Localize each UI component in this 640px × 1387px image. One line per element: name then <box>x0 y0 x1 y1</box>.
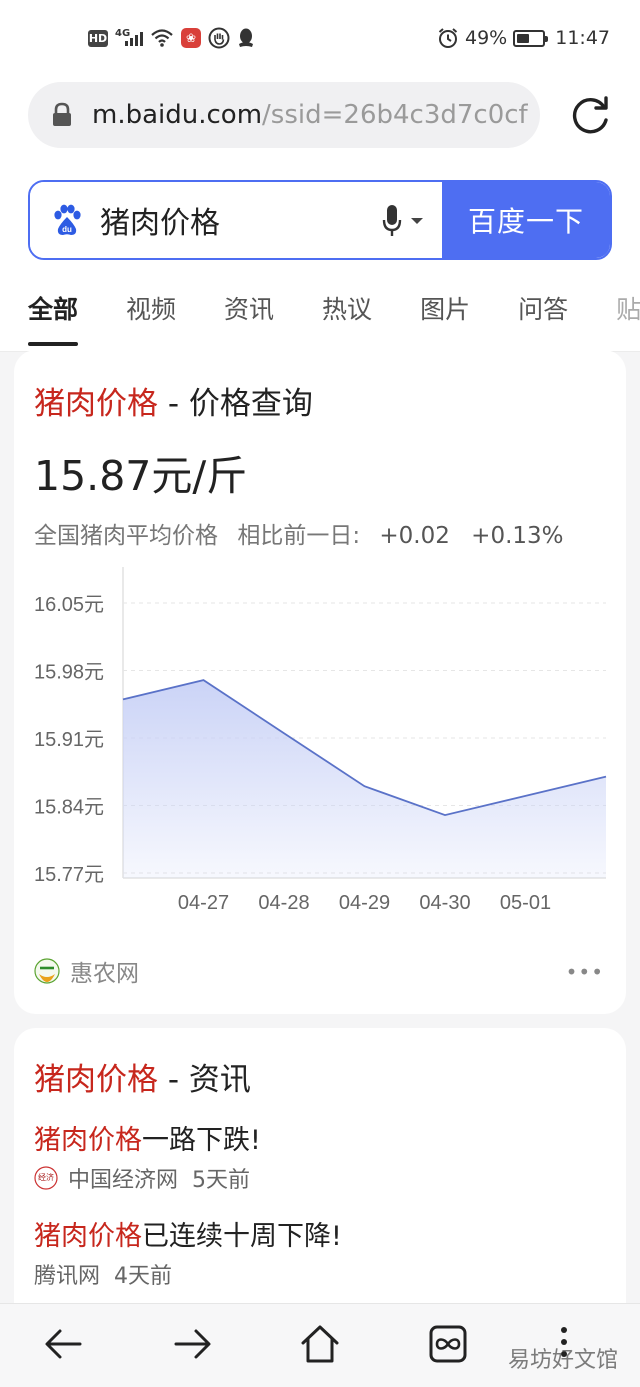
tab-tieba[interactable]: 贴吧 <box>616 290 640 326</box>
chart-y-tick-label: 15.77元 <box>34 864 104 886</box>
news-item-source: 腾讯网 4天前 <box>34 1258 172 1290</box>
url-path: /ssid=26b4c3d7c0cf <box>262 100 528 130</box>
result-tabs: 全部 视频 资讯 热议 图片 问答 贴吧 <box>0 264 640 352</box>
news-rest: 已连续十周下降! <box>142 1221 342 1252</box>
bottom-navigation: 易坊好文馆 <box>0 1303 640 1387</box>
clock: 11:47 <box>555 27 610 49</box>
watermark: 易坊好文馆 <box>507 1348 618 1373</box>
status-bar: HD 4G ❀ 49% 11:47 <box>0 0 640 78</box>
forward-arrow-icon[interactable] <box>170 1322 214 1366</box>
address-bar[interactable]: m.baidu.com/ssid=26b4c3d7c0cf <box>28 82 540 148</box>
news-highlight: 猪肉价格 <box>34 1221 142 1252</box>
svg-text:du: du <box>62 225 72 234</box>
battery-percent: 49% <box>465 27 508 49</box>
price-chart[interactable]: 16.05元 15.98元 15.91元 15.84元 15.77元 04-27 04-28… <box>14 555 626 925</box>
home-icon[interactable] <box>298 1322 342 1366</box>
chart-x-tick-label: 04-28 <box>258 892 309 914</box>
wifi-icon <box>151 29 173 47</box>
chart-x-tick-label: 04-29 <box>339 892 390 914</box>
tab-qa[interactable]: 问答 <box>518 290 568 326</box>
hd-icon: HD <box>88 29 108 47</box>
news-rest: 一路下跌! <box>142 1125 261 1156</box>
qq-icon <box>239 28 253 47</box>
reload-icon[interactable] <box>568 92 614 138</box>
chart-y-tick-label: 15.98元 <box>34 662 104 684</box>
news-source-name: 腾讯网 <box>34 1264 101 1289</box>
search-button[interactable]: 百度一下 <box>442 182 610 258</box>
news-card-title[interactable]: 猪肉价格 - 资讯 <box>34 1054 251 1099</box>
news-highlight: 猪肉价格 <box>34 1125 142 1156</box>
more-options-icon[interactable]: ••• <box>566 960 604 984</box>
change-pct: +0.13% <box>471 523 564 549</box>
price-card-title[interactable]: 猪肉价格 - 价格查询 <box>34 378 313 423</box>
news-source-name: 中国经济网 <box>68 1168 179 1193</box>
news-item-source: 经济 中国经济网 5天前 <box>34 1162 250 1194</box>
title-rest: - 价格查询 <box>158 386 313 422</box>
chart-area-fill <box>123 680 606 878</box>
lock-icon <box>53 102 71 126</box>
title-rest: - 资讯 <box>158 1062 251 1098</box>
tab-all[interactable]: 全部 <box>28 290 79 346</box>
baidu-paw-icon: du <box>54 204 81 235</box>
source-row[interactable]: 惠农网 <box>34 954 139 988</box>
voice-search[interactable] <box>382 204 424 238</box>
news-time: 5天前 <box>192 1168 251 1193</box>
title-highlight: 猪肉价格 <box>34 1062 158 1098</box>
current-price: 15.87元/斤 <box>34 452 248 500</box>
tab-news[interactable]: 资讯 <box>224 290 274 326</box>
chart-x-tick-label: 04-27 <box>178 892 229 914</box>
battery-icon <box>513 29 549 47</box>
url-host: m.baidu.com <box>92 100 263 130</box>
news-source-logo-icon: 经济 <box>34 1166 58 1190</box>
news-item-title[interactable]: 猪肉价格已连续十周下降! <box>34 1214 342 1253</box>
tab-video[interactable]: 视频 <box>126 290 176 326</box>
svg-text:经济: 经济 <box>38 1172 54 1182</box>
meta-label: 全国猪肉平均价格 <box>34 523 218 549</box>
tab-images[interactable]: 图片 <box>420 290 470 326</box>
huinong-logo-icon <box>34 958 60 984</box>
price-card: 猪肉价格 - 价格查询 15.87元/斤 全国猪肉平均价格 相比前一日: +0.… <box>14 350 626 1014</box>
tab-discussion[interactable]: 热议 <box>322 290 372 326</box>
source-name: 惠农网 <box>70 961 139 987</box>
news-time: 4天前 <box>114 1264 173 1289</box>
hand-icon <box>208 27 230 49</box>
app-notification-icon: ❀ <box>181 28 201 48</box>
price-meta: 全国猪肉平均价格 相比前一日: +0.02 +0.13% <box>34 516 578 550</box>
alarm-icon <box>438 28 458 48</box>
chart-y-tick-label: 16.05元 <box>34 594 104 616</box>
battery-level <box>517 33 529 43</box>
top-area: HD 4G ❀ 49% 11:47 m.baidu.com/ssid=26b4c… <box>0 0 640 352</box>
change-abs: +0.02 <box>379 523 450 549</box>
address-bar-row: m.baidu.com/ssid=26b4c3d7c0cf <box>0 78 640 180</box>
news-card: 猪肉价格 - 资讯 猪肉价格一路下跌! 经济 中国经济网 5天前 猪肉价格已连续… <box>14 1028 626 1328</box>
title-highlight: 猪肉价格 <box>34 386 158 422</box>
caret-down-icon <box>411 218 423 224</box>
search-input[interactable]: du 猪肉价格 <box>30 182 442 258</box>
signal-icon: 4G <box>115 28 143 48</box>
chart-y-tick-label: 15.91元 <box>34 729 104 751</box>
chart-x-tick-label: 04-30 <box>419 892 470 914</box>
news-item-title[interactable]: 猪肉价格一路下跌! <box>34 1118 261 1157</box>
search-row: du 猪肉价格 百度一下 <box>0 180 640 264</box>
chart-x-tick-label: 05-01 <box>500 892 551 914</box>
microphone-icon <box>382 205 402 236</box>
tabs-icon[interactable] <box>426 1322 470 1366</box>
url-text[interactable]: m.baidu.com/ssid=26b4c3d7c0cf <box>92 100 528 130</box>
chart-y-tick-label: 15.84元 <box>34 797 104 819</box>
meta-compare: 相比前一日: <box>237 523 361 549</box>
search-box: du 猪肉价格 百度一下 <box>28 180 612 260</box>
back-arrow-icon[interactable] <box>42 1322 86 1366</box>
search-query: 猪肉价格 <box>100 206 220 241</box>
